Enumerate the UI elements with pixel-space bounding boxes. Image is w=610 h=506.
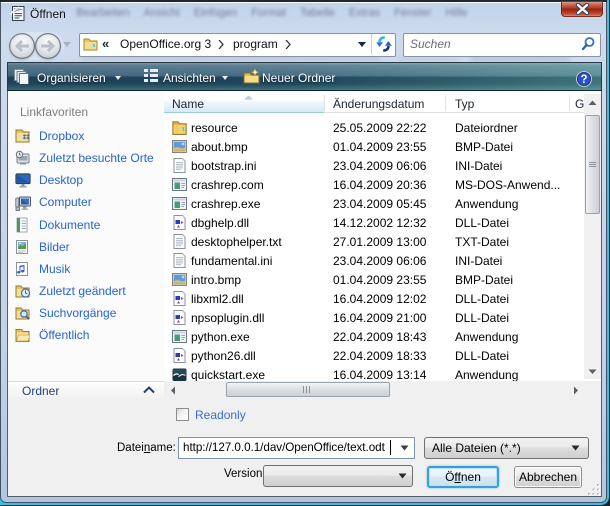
svg-text:?: ? <box>580 74 587 86</box>
